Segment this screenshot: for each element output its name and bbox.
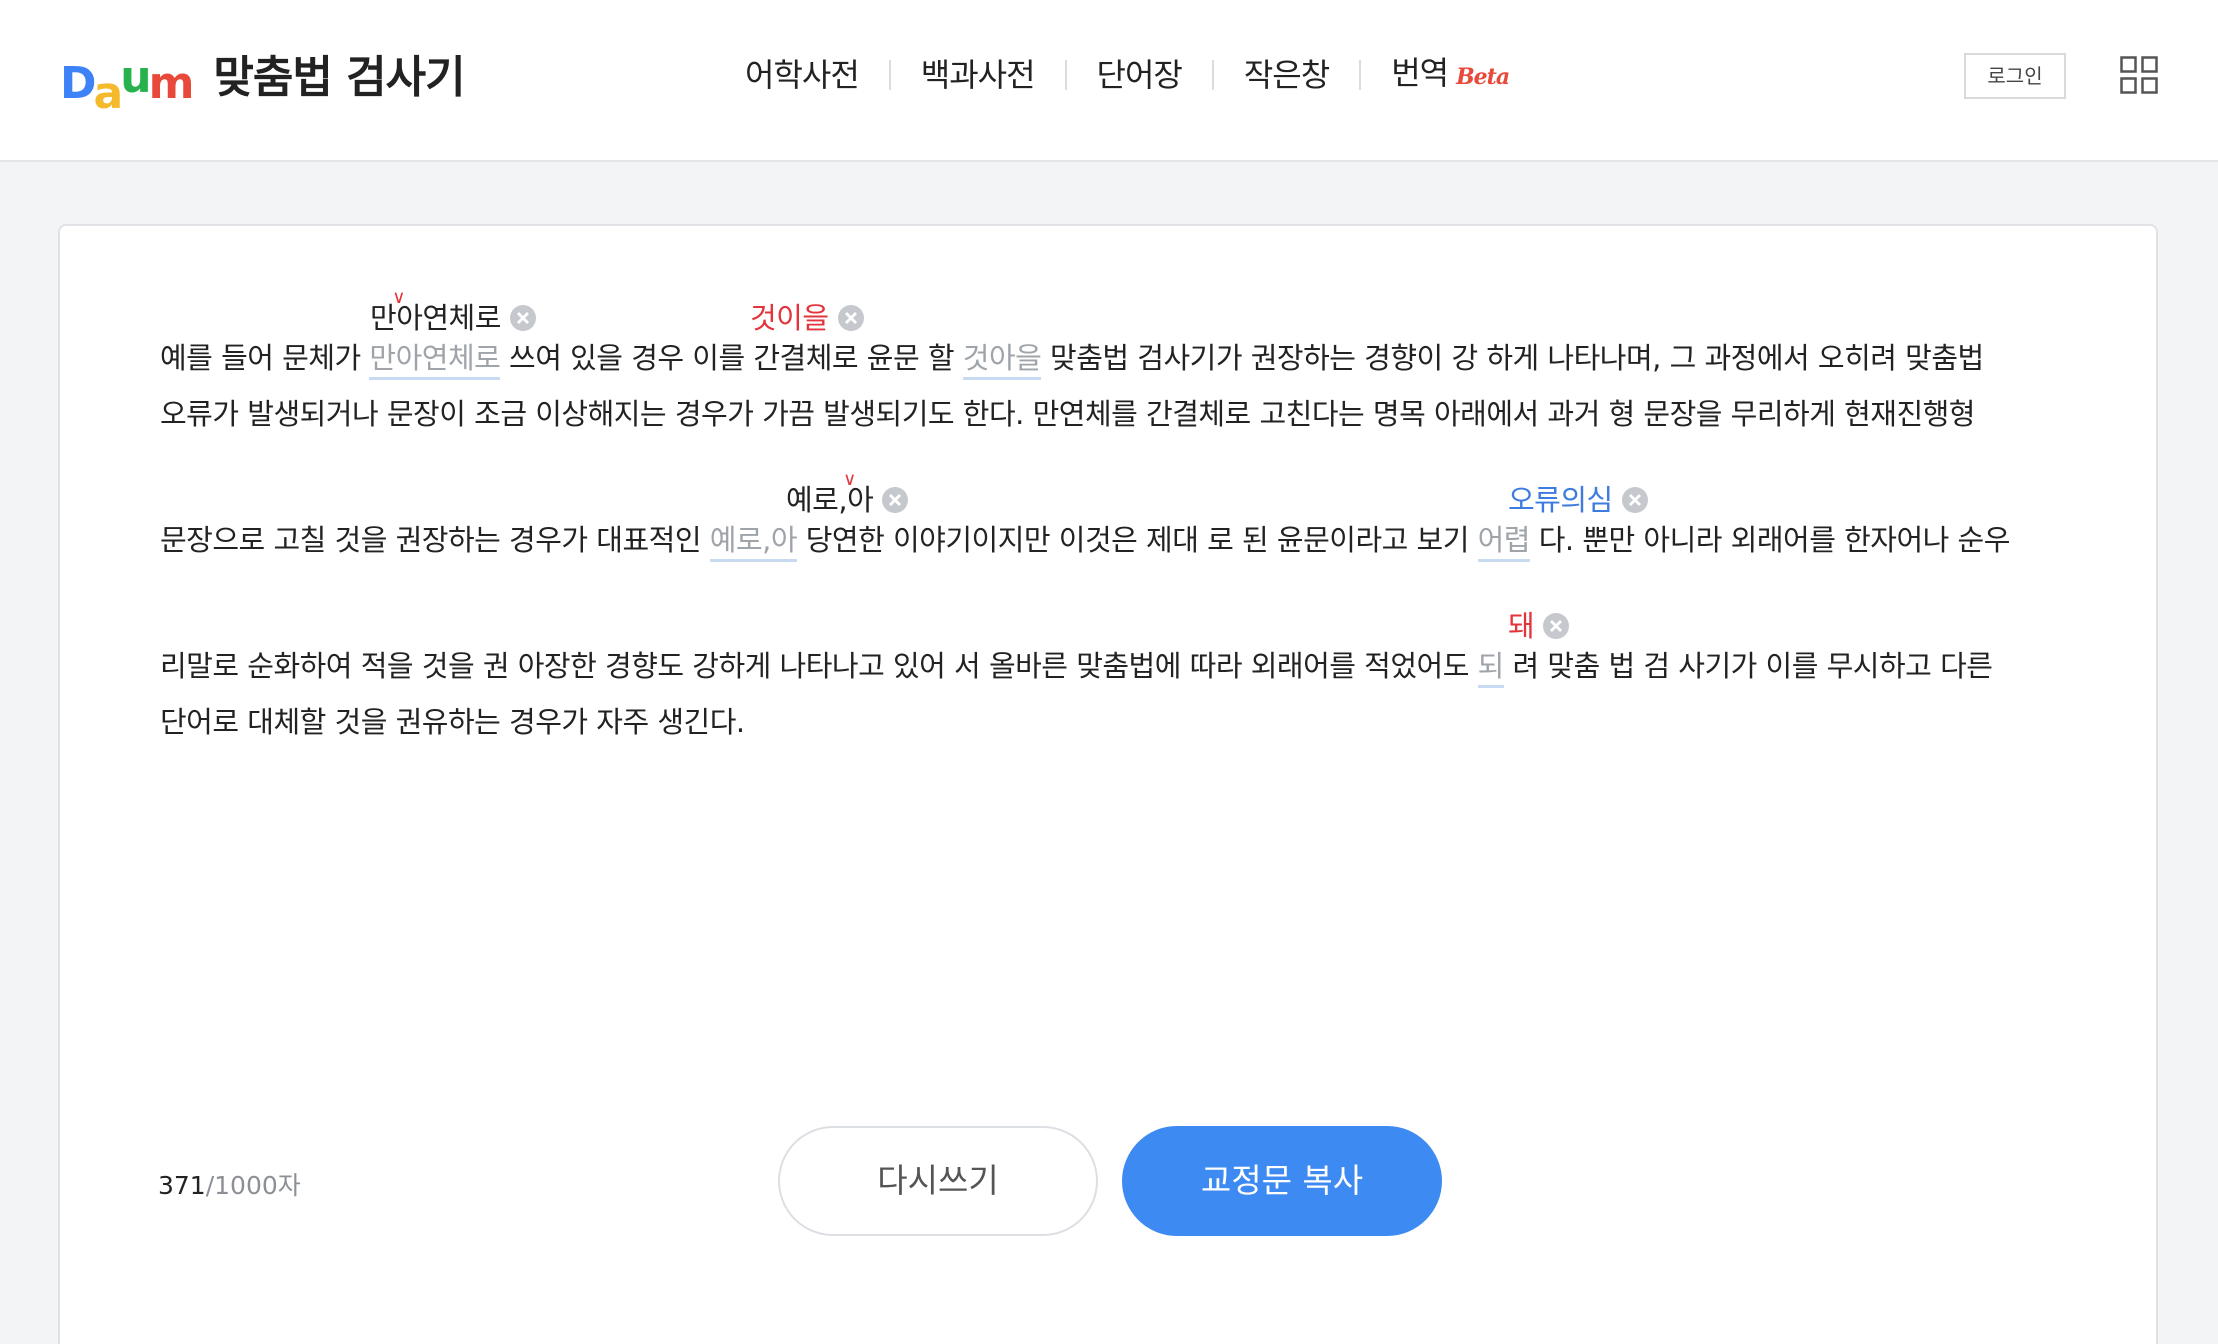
- nav-divider: [1064, 60, 1067, 90]
- suggestion-spelling[interactable]: 것이을: [750, 300, 865, 336]
- daum-logo-mark[interactable]: Daum: [60, 50, 194, 116]
- nav-item-encyclopedia[interactable]: 백과사전: [921, 50, 1036, 100]
- text-line: 예를 들어 문체가 만아연체로 쓰여 있을 경우 이를 간결체로 윤문 할 것아…: [160, 338, 1984, 380]
- spacing-caret-icon: ∨: [843, 469, 856, 490]
- suggestion-spelling[interactable]: 돼: [1508, 608, 1570, 644]
- login-button[interactable]: 로그인: [1964, 53, 2066, 99]
- spacing-caret-icon: ∨: [392, 287, 405, 308]
- character-count: 371/1000자: [158, 1166, 301, 1202]
- checker-panel: 만 ∨ 아연체로 것이을 예를 들어 문체가 만아연체로 쓰여 있을 경우 이를 간…: [58, 224, 2158, 1344]
- dismiss-suggestion-icon[interactable]: [509, 304, 537, 332]
- text-line: 단어로 대체할 것을 권유하는 경우가 자주 생긴다.: [160, 705, 745, 739]
- text-line: 리말로 순화하여 적을 것을 권 아장한 경향도 강하게 나타나고 있어 서 올…: [160, 646, 1993, 688]
- suggestion-spacing[interactable]: 만 ∨ 아연체로: [370, 289, 537, 336]
- nav-item-mini-window[interactable]: 작은창: [1244, 50, 1330, 100]
- nav-item-translate-label: 번역: [1391, 54, 1449, 92]
- nav-item-wordbook[interactable]: 단어장: [1097, 50, 1183, 100]
- nav-item-dictionary[interactable]: 어학사전: [745, 50, 860, 100]
- suggestion-spacing[interactable]: 예로, ∨ 아: [786, 471, 909, 518]
- text-line: 문장으로 고칠 것을 권장하는 경우가 대표적인 예로,아 당연한 이야기이지만…: [160, 520, 2010, 562]
- text-line: 오류가 발생되거나 문장이 조금 이상해지는 경우가 가끔 발생되기도 한다. …: [160, 397, 1976, 431]
- error-word[interactable]: 만아연체로: [369, 341, 501, 380]
- nav-divider: [1359, 60, 1362, 90]
- nav-divider: [888, 60, 891, 90]
- copy-corrected-button[interactable]: 교정문 복사: [1122, 1126, 1442, 1236]
- error-word[interactable]: 것아을: [962, 341, 1042, 380]
- char-count-total: /1000자: [205, 1171, 301, 1200]
- dismiss-suggestion-icon[interactable]: [1542, 612, 1570, 640]
- header-bar: Daum 맞춤법 검사기 어학사전 백과사전 단어장 작은창 번역 Beta 로그…: [0, 0, 2218, 162]
- nav-item-translate[interactable]: 번역 Beta: [1391, 48, 1510, 102]
- app-grid-icon[interactable]: [2120, 56, 2158, 94]
- suggestion-suspected-error[interactable]: 오류의심: [1508, 482, 1649, 518]
- logo[interactable]: Daum 맞춤법 검사기: [60, 48, 466, 116]
- error-word[interactable]: 예로,아: [709, 523, 798, 562]
- nav-divider: [1211, 60, 1214, 90]
- dismiss-suggestion-icon[interactable]: [881, 486, 909, 514]
- rewrite-button[interactable]: 다시쓰기: [778, 1126, 1098, 1236]
- char-count-value: 371: [158, 1171, 206, 1200]
- app-title[interactable]: 맞춤법 검사기: [213, 50, 465, 106]
- dismiss-suggestion-icon[interactable]: [1621, 486, 1649, 514]
- error-word[interactable]: 되: [1477, 649, 1504, 688]
- top-nav: 어학사전 백과사전 단어장 작은창 번역 Beta: [745, 48, 1510, 102]
- beta-badge: Beta: [1456, 64, 1510, 90]
- dismiss-suggestion-icon[interactable]: [837, 304, 865, 332]
- error-word[interactable]: 어렵: [1477, 523, 1530, 562]
